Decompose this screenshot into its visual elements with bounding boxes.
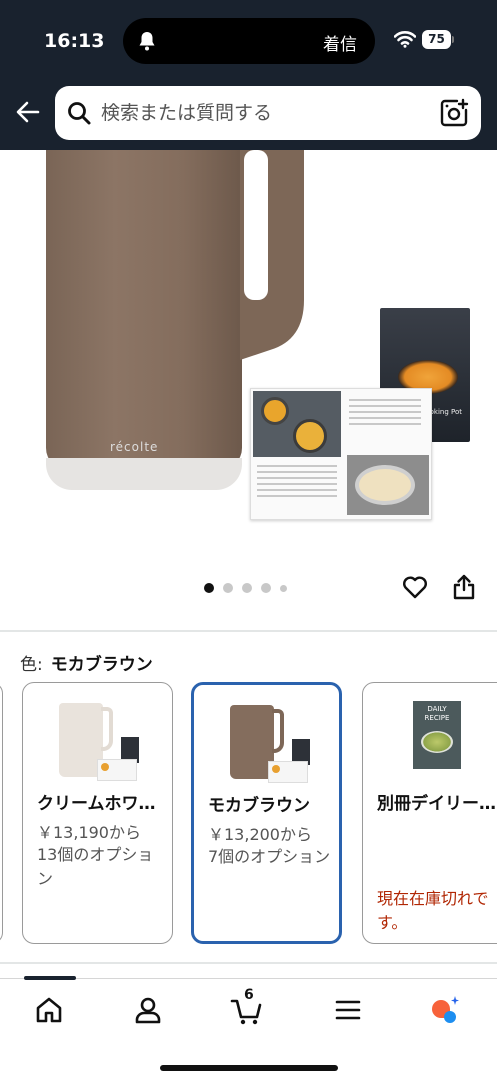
variant-title: 別冊デイリーレシピ xyxy=(377,794,497,814)
menu-icon[interactable] xyxy=(331,993,365,1027)
soup-bowl-1 xyxy=(261,397,289,425)
kettle-handle xyxy=(240,150,304,360)
recipe-booklet-open-image xyxy=(250,388,432,520)
variant-price: ￥13,200から xyxy=(208,825,312,844)
search-bar[interactable] xyxy=(55,86,481,140)
carousel-dot-5[interactable] xyxy=(280,584,287,592)
search-icon xyxy=(68,102,91,125)
section-divider xyxy=(0,962,497,964)
variant-carousel[interactable]: クリームホワイト ￥13,190から 13個のオプション モカブラウン ￥13,… xyxy=(0,682,497,948)
bottom-navigation: 6 xyxy=(0,976,497,1080)
variant-options: 13個のオプション xyxy=(37,845,154,888)
variant-options: 7個のオプション xyxy=(208,847,331,866)
app-header: 16:13 着信 75 xyxy=(0,0,497,150)
battery-cap xyxy=(452,36,454,43)
variant-title: クリームホワイト xyxy=(37,794,165,814)
variant-thumbnail xyxy=(55,697,141,783)
brand-logo-text: récolte xyxy=(110,440,159,454)
recipe-book-image: DAILY RECIPE xyxy=(413,701,461,769)
variant-card-cream[interactable]: クリームホワイト ￥13,190から 13個のオプション xyxy=(22,682,173,944)
wifi-icon xyxy=(394,31,416,48)
soup-photo xyxy=(253,391,341,457)
selected-color: モカブラウン xyxy=(50,655,153,675)
camera-search-icon[interactable] xyxy=(439,98,469,128)
color-selector-label: 色: モカブラウン xyxy=(20,650,153,675)
incoming-call-text: 着信 xyxy=(323,35,357,55)
bell-icon xyxy=(139,32,155,51)
dynamic-island[interactable]: 着信 xyxy=(123,18,375,64)
search-input[interactable] xyxy=(101,96,421,130)
product-image-gallery[interactable]: récolte Auto Cooking Pot xyxy=(0,150,497,630)
variant-price: ￥13,190から xyxy=(37,823,141,842)
cream-soup-bowl xyxy=(355,465,415,505)
variant-card-mocha[interactable]: モカブラウン ￥13,200から 7個のオプション xyxy=(191,682,342,944)
kettle-base xyxy=(46,458,242,490)
active-tab-indicator xyxy=(24,976,76,980)
out-of-stock-text: 現在在庫切れです。 xyxy=(377,889,489,932)
share-icon[interactable] xyxy=(452,574,476,600)
booklet-text-lines-right xyxy=(349,399,421,429)
home-icon[interactable] xyxy=(32,993,66,1027)
section-divider xyxy=(0,630,497,632)
soup-bowl-2 xyxy=(293,419,327,453)
mini-open-book-image xyxy=(268,761,308,783)
carousel-dot-3[interactable] xyxy=(242,583,252,593)
cart-button[interactable]: 6 xyxy=(230,987,264,1027)
cream-kettle-handle xyxy=(101,707,113,751)
heart-icon[interactable] xyxy=(402,574,428,600)
status-time: 16:13 xyxy=(44,30,105,52)
carousel-page-indicator[interactable] xyxy=(204,582,287,594)
variant-title: モカブラウン xyxy=(208,796,310,816)
back-arrow-icon[interactable] xyxy=(14,98,42,126)
variant-thumbnail xyxy=(226,699,312,785)
account-icon[interactable] xyxy=(131,993,165,1027)
battery-level: 75 xyxy=(422,30,451,49)
carousel-dot-1[interactable] xyxy=(204,583,214,593)
carousel-dot-2[interactable] xyxy=(223,583,233,593)
product-kettle-image xyxy=(46,150,242,470)
home-indicator-bar[interactable] xyxy=(160,1065,338,1071)
color-label: 色: xyxy=(20,655,43,675)
rufus-icon[interactable] xyxy=(426,993,460,1027)
carousel-dot-4[interactable] xyxy=(261,583,271,593)
cream-soup-photo xyxy=(347,455,429,515)
recipe-cover-text: DAILY RECIPE xyxy=(424,705,450,722)
recipe-soup-image xyxy=(421,731,453,753)
booklet-text-lines xyxy=(257,465,337,501)
mini-open-book-image xyxy=(97,759,137,781)
mocha-kettle-handle xyxy=(272,709,284,753)
variant-card-offscreen[interactable] xyxy=(0,682,3,944)
battery-indicator: 75 xyxy=(422,30,454,49)
variant-card-recipe-book[interactable]: DAILY RECIPE 別冊デイリーレシピ 現在在庫切れです。 xyxy=(362,682,497,944)
cart-count: 6 xyxy=(244,987,254,1003)
